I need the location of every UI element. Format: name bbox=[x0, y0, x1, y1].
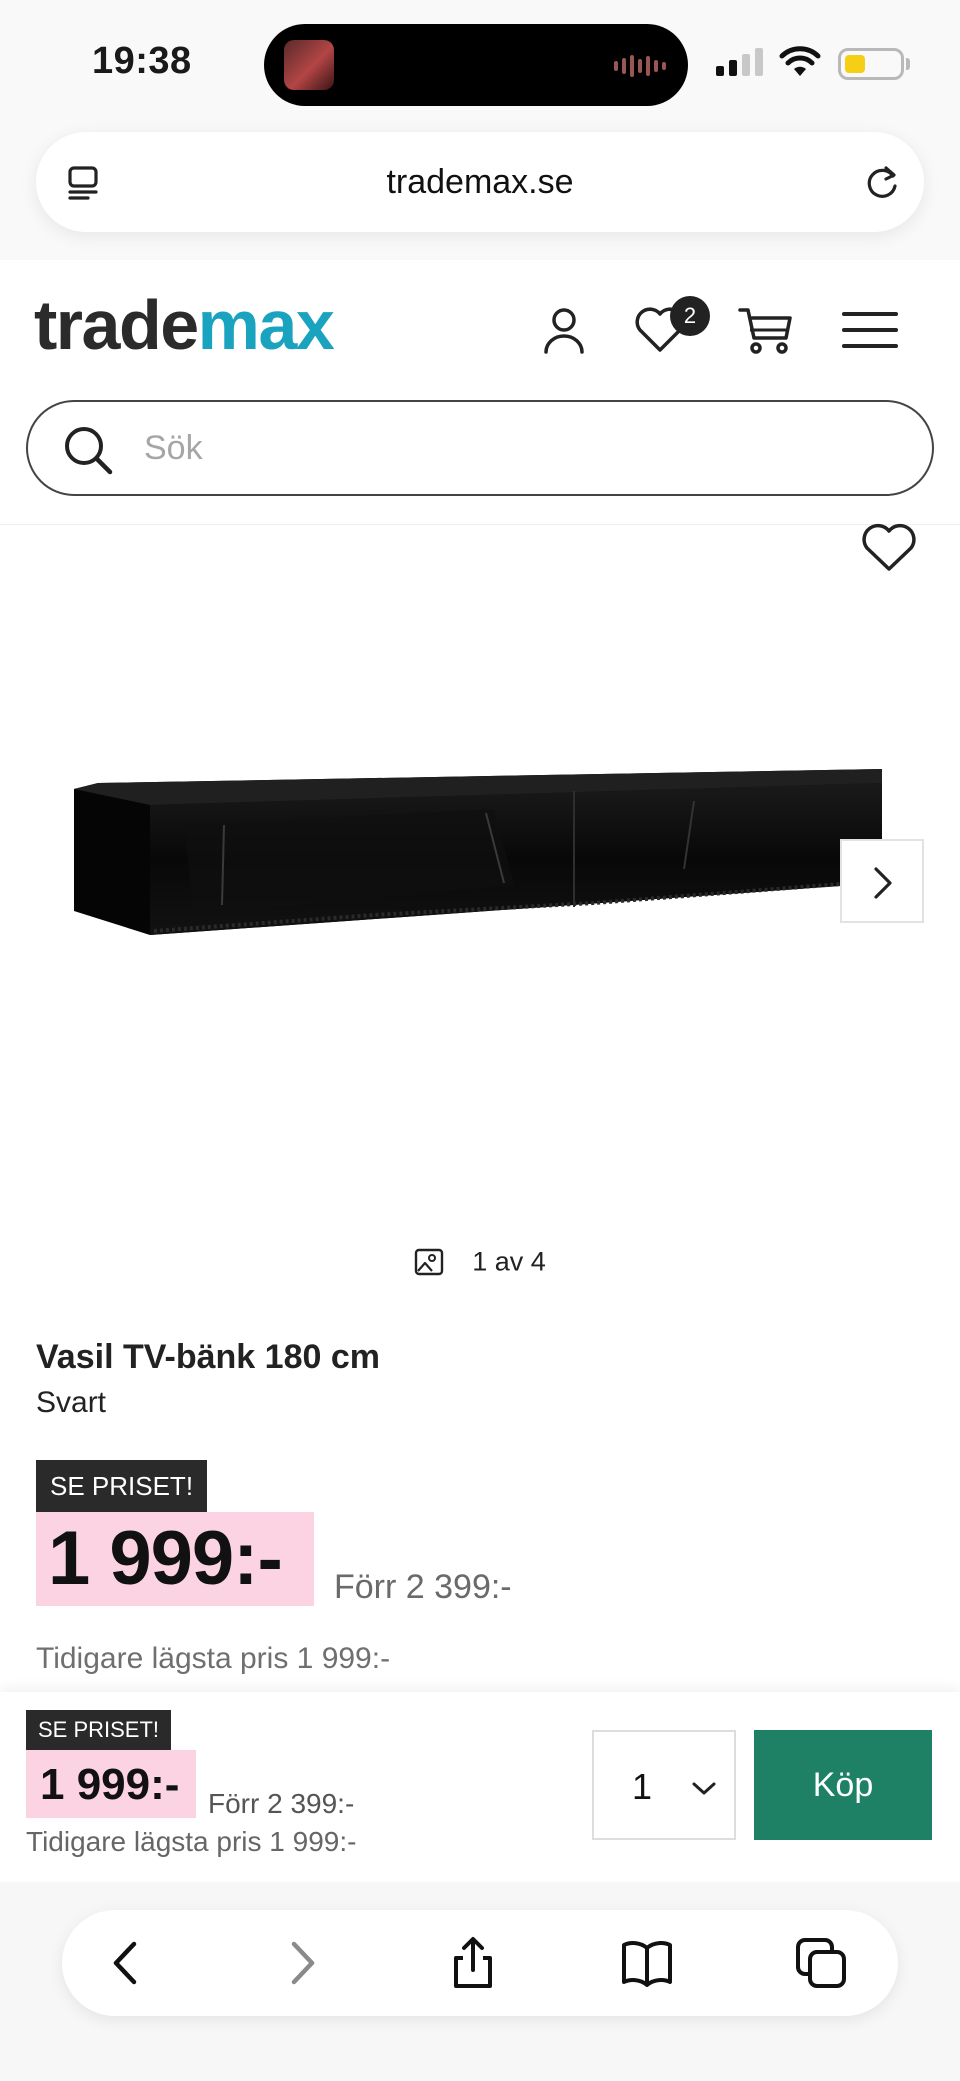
chevron-down-icon bbox=[692, 1782, 716, 1795]
price-tag-label: SE PRISET! bbox=[36, 1460, 208, 1512]
previous-price: Förr 2 399:- bbox=[334, 1568, 512, 1606]
buybar-price-tag-label: SE PRISET! bbox=[26, 1710, 172, 1750]
battery-tip bbox=[906, 58, 910, 70]
browser-toolbar bbox=[0, 1882, 960, 2081]
share-icon[interactable] bbox=[446, 1936, 500, 1990]
buybar-previous-price: Förr 2 399:- bbox=[208, 1788, 355, 1819]
search-input[interactable] bbox=[144, 420, 884, 476]
now-playing-artwork bbox=[284, 40, 334, 90]
audio-waveform-icon bbox=[614, 55, 666, 77]
bookmarks-icon[interactable] bbox=[620, 1936, 674, 1990]
site-header: trademax 2 bbox=[0, 260, 960, 525]
trademax-logo[interactable]: trademax bbox=[34, 290, 335, 360]
quantity-value: 1 bbox=[632, 1766, 653, 1807]
address-field[interactable]: trademax.se bbox=[36, 132, 924, 232]
buybar-price: 1 999:- bbox=[40, 1760, 180, 1809]
menu-icon[interactable] bbox=[840, 300, 900, 360]
buy-button[interactable]: Köp bbox=[754, 1730, 932, 1840]
lowest-previous-price: Tidigare lägsta pris 1 999:- bbox=[36, 1642, 391, 1675]
image-counter-text: 1 av 4 bbox=[472, 1246, 546, 1277]
sticky-buy-bar: SE PRISET! 1 999:- Förr 2 399:- Tidigare… bbox=[0, 1692, 960, 1882]
buybar-price-highlight: 1 999:- bbox=[26, 1750, 196, 1818]
toolbar-pill bbox=[62, 1910, 898, 2016]
search-icon bbox=[65, 427, 113, 475]
product-title: Vasil TV-bänk 180 cm bbox=[36, 1338, 380, 1376]
battery-icon bbox=[838, 48, 904, 80]
wishlist-count-badge: 2 bbox=[670, 296, 710, 336]
quantity-select[interactable]: 1 bbox=[592, 1730, 736, 1840]
dynamic-island[interactable] bbox=[264, 24, 688, 106]
status-bar: 19:38 bbox=[0, 0, 960, 120]
browser-address-bar: trademax.se bbox=[0, 120, 960, 260]
cellular-signal-icon bbox=[716, 48, 763, 76]
add-to-wishlist-icon[interactable] bbox=[858, 517, 920, 577]
product-image[interactable] bbox=[74, 765, 884, 985]
search-bar[interactable] bbox=[26, 400, 934, 496]
image-counter: 1 av 4 bbox=[0, 1245, 960, 1285]
url-text[interactable]: trademax.se bbox=[36, 132, 924, 232]
wifi-icon bbox=[779, 46, 821, 76]
cart-icon[interactable] bbox=[736, 300, 796, 360]
tabs-icon[interactable] bbox=[794, 1936, 848, 1990]
chevron-right-icon bbox=[874, 867, 892, 899]
back-icon[interactable] bbox=[100, 1936, 154, 1990]
image-icon bbox=[415, 1248, 444, 1276]
account-icon[interactable] bbox=[534, 300, 594, 360]
buybar-lowest-price: Tidigare lägsta pris 1 999:- bbox=[26, 1826, 357, 1857]
product-gallery[interactable]: 1 av 4 bbox=[0, 523, 960, 1305]
product-color: Svart bbox=[36, 1386, 107, 1419]
status-time: 19:38 bbox=[92, 40, 192, 82]
reload-icon[interactable] bbox=[862, 162, 902, 202]
product-price: 1 999:- bbox=[48, 1516, 283, 1601]
price-highlight: 1 999:- bbox=[36, 1512, 314, 1606]
next-image-button[interactable] bbox=[840, 839, 924, 923]
forward-icon[interactable] bbox=[274, 1936, 328, 1990]
